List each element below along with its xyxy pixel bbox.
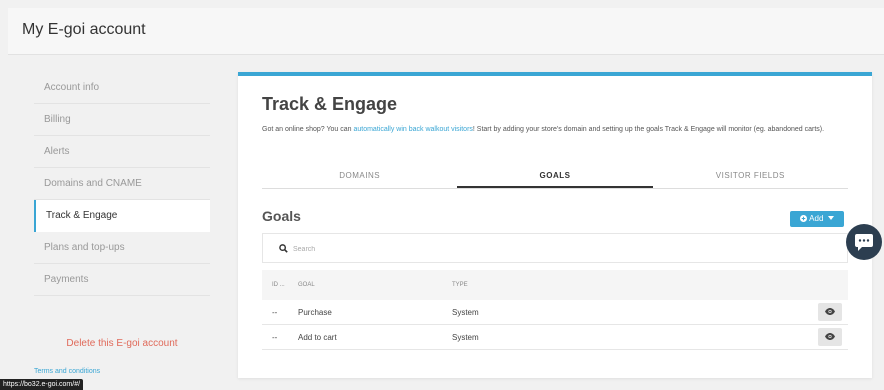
view-goal-button[interactable] xyxy=(818,303,842,321)
chat-icon xyxy=(855,234,873,251)
cell-id: -- xyxy=(272,308,278,317)
sidebar-item-alerts[interactable]: Alerts xyxy=(34,136,210,168)
status-bar-url: https://bo32.e-goi.com/#/ xyxy=(0,379,84,390)
plus-circle-icon xyxy=(800,215,808,222)
column-header-goal[interactable]: GOAL xyxy=(298,270,315,300)
sidebar: Account info Billing Alerts Domains and … xyxy=(34,72,210,296)
search-box xyxy=(262,233,848,263)
win-back-link[interactable]: automatically win back walkout visitors xyxy=(353,126,472,133)
table-header: ID ... GOAL TYPE xyxy=(262,270,848,300)
cell-type: System xyxy=(452,333,479,342)
tab-visitor-fields[interactable]: VISITOR FIELDS xyxy=(653,168,848,188)
cell-type: System xyxy=(452,308,479,317)
chat-widget-button[interactable] xyxy=(846,224,882,260)
search-input[interactable] xyxy=(293,240,833,258)
sidebar-item-plans-topups[interactable]: Plans and top-ups xyxy=(34,232,210,264)
sidebar-item-account-info[interactable]: Account info xyxy=(34,72,210,104)
track-engage-panel: Track & Engage Got an online shop? You c… xyxy=(238,72,872,378)
tab-domains[interactable]: DOMAINS xyxy=(262,168,457,188)
sidebar-item-payments[interactable]: Payments xyxy=(34,264,210,296)
cell-goal: Purchase xyxy=(298,308,332,317)
panel-title: Track & Engage xyxy=(262,94,398,114)
top-header: My E-goi account xyxy=(8,8,884,55)
cell-goal: Add to cart xyxy=(298,333,337,342)
cell-id: -- xyxy=(272,333,278,342)
terms-link[interactable]: Terms and conditions xyxy=(34,368,100,375)
view-goal-button[interactable] xyxy=(818,328,842,346)
page-title: My E-goi account xyxy=(22,21,146,38)
add-button-label: Add xyxy=(809,214,824,223)
add-goal-button[interactable]: Add xyxy=(790,211,844,227)
table-row: -- Add to cart System xyxy=(262,325,848,350)
desc-text-after: ! Start by adding your store's domain an… xyxy=(472,126,825,133)
table-row: -- Purchase System xyxy=(262,300,848,325)
search-icon xyxy=(279,244,288,253)
panel-description: Got an online shop? You can automaticall… xyxy=(262,125,852,135)
tab-bar: DOMAINS GOALS VISITOR FIELDS xyxy=(262,168,848,189)
column-header-type[interactable]: TYPE xyxy=(452,270,468,300)
column-header-id[interactable]: ID ... xyxy=(272,270,285,300)
eye-icon xyxy=(825,333,835,340)
delete-account-link[interactable]: Delete this E-goi account xyxy=(34,338,210,349)
goals-heading: Goals xyxy=(262,208,301,224)
sidebar-item-track-engage[interactable]: Track & Engage xyxy=(34,200,210,232)
eye-icon xyxy=(825,308,835,315)
desc-text-before: Got an online shop? You can xyxy=(262,126,354,133)
tab-goals[interactable]: GOALS xyxy=(457,168,653,188)
sidebar-item-domains-cname[interactable]: Domains and CNAME xyxy=(34,168,210,200)
caret-down-icon xyxy=(827,216,834,220)
goals-table: ID ... GOAL TYPE -- Purchase System -- A… xyxy=(262,270,848,350)
sidebar-item-billing[interactable]: Billing xyxy=(34,104,210,136)
